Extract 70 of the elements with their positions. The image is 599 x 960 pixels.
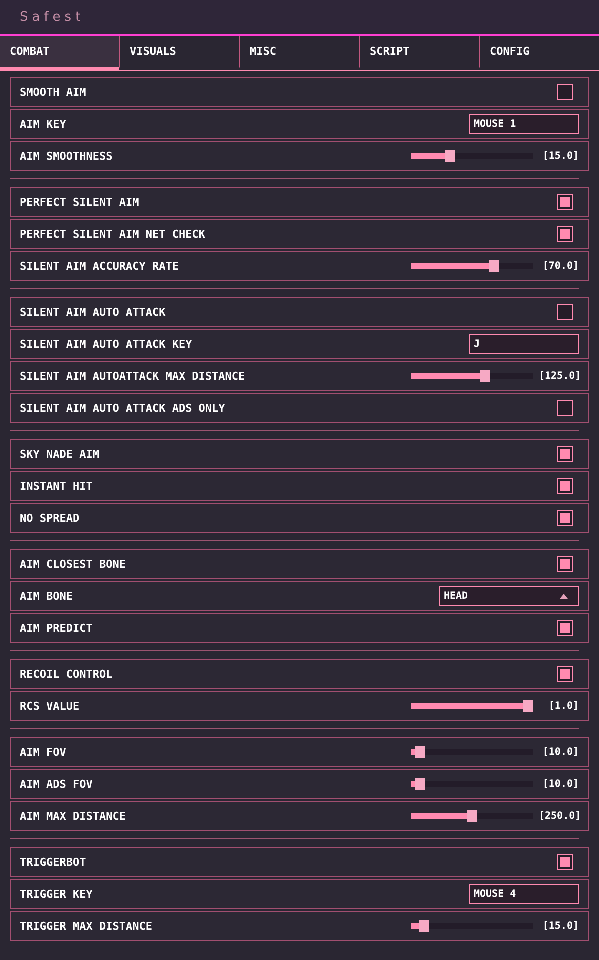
checkbox[interactable] — [557, 478, 573, 494]
slider-thumb[interactable] — [418, 920, 429, 932]
slider-value: [15.0] — [542, 150, 579, 162]
setting-label: RECOIL CONTROL — [20, 668, 114, 680]
tab[interactable]: MISC — [239, 36, 359, 70]
setting-label: AIM PREDICT — [20, 622, 94, 634]
setting-label: INSTANT HIT — [20, 480, 94, 492]
setting-label: SILENT AIM ACCURACY RATE — [20, 260, 180, 272]
slider-value: [10.0] — [542, 778, 579, 790]
slider-thumb[interactable] — [480, 370, 490, 382]
slider-thumb[interactable] — [489, 260, 500, 272]
slider[interactable] — [411, 370, 533, 382]
slider-thumb[interactable] — [467, 810, 477, 822]
setting-label: AIM KEY — [20, 118, 68, 130]
slider-value: [15.0] — [542, 920, 579, 932]
setting-label: SILENT AIM AUTO ATTACK KEY — [20, 338, 194, 350]
slider-value: [10.0] — [542, 746, 579, 758]
setting-label: AIM BONE — [20, 590, 74, 602]
tab[interactable]: COMBAT — [0, 36, 119, 70]
key-field[interactable]: MOUSE 1 — [469, 114, 579, 134]
checkbox[interactable] — [557, 84, 573, 100]
slider-thumb[interactable] — [444, 150, 455, 162]
slider-thumb[interactable] — [415, 746, 426, 758]
slider-value: [125.0] — [539, 370, 579, 382]
setting-label: AIM CLOSEST BONE — [20, 558, 127, 570]
setting-label: PERFECT SILENT AIM NET CHECK — [20, 228, 206, 240]
setting-label: PERFECT SILENT AIM — [20, 196, 140, 208]
slider-thumb[interactable] — [523, 700, 533, 712]
setting-label: TRIGGER MAX DISTANCE — [20, 920, 154, 932]
slider[interactable] — [411, 260, 533, 272]
setting-label: AIM ADS FOV — [20, 778, 94, 790]
checkbox[interactable] — [557, 400, 573, 416]
setting-label: AIM SMOOTHNESS — [20, 150, 114, 162]
checkbox[interactable] — [557, 510, 573, 526]
tab[interactable]: VISUALS — [119, 36, 239, 70]
setting-label: SILENT AIM AUTOATTACK MAX DISTANCE — [20, 370, 246, 382]
tab[interactable]: SCRIPT — [359, 36, 479, 70]
window-title: Safest — [20, 10, 85, 24]
slider[interactable] — [411, 920, 533, 932]
setting-label: SILENT AIM AUTO ATTACK ADS ONLY — [20, 402, 226, 414]
setting-label: TRIGGER KEY — [20, 888, 94, 900]
checkbox[interactable] — [557, 226, 573, 242]
setting-label: SILENT AIM AUTO ATTACK — [20, 306, 167, 318]
slider-value: [70.0] — [542, 260, 579, 272]
setting-label: TRIGGERBOT — [20, 856, 88, 868]
slider-value: [250.0] — [539, 810, 579, 822]
key-field[interactable]: MOUSE 4 — [469, 884, 579, 904]
key-field[interactable]: J — [469, 334, 579, 354]
slider[interactable] — [411, 778, 533, 790]
slider-value: [1.0] — [548, 700, 579, 712]
slider-thumb[interactable] — [415, 778, 426, 790]
checkbox[interactable] — [557, 446, 573, 462]
checkbox[interactable] — [557, 194, 573, 210]
checkbox[interactable] — [557, 556, 573, 572]
slider[interactable] — [411, 746, 533, 758]
setting-label: AIM MAX DISTANCE — [20, 810, 127, 822]
slider[interactable] — [411, 150, 533, 162]
setting-label: SKY NADE AIM — [20, 448, 100, 460]
checkbox[interactable] — [557, 620, 573, 636]
slider[interactable] — [411, 700, 533, 712]
tab[interactable]: CONFIG — [479, 36, 599, 70]
setting-label: NO SPREAD — [20, 512, 81, 524]
checkbox[interactable] — [557, 304, 573, 320]
setting-label: RCS VALUE — [20, 700, 81, 712]
checkbox[interactable] — [557, 666, 573, 682]
dropdown[interactable]: HEAD — [439, 586, 579, 606]
setting-label: SMOOTH AIM — [20, 86, 88, 98]
setting-label: AIM FOV — [20, 746, 68, 758]
checkbox[interactable] — [557, 854, 573, 870]
slider[interactable] — [411, 810, 533, 822]
